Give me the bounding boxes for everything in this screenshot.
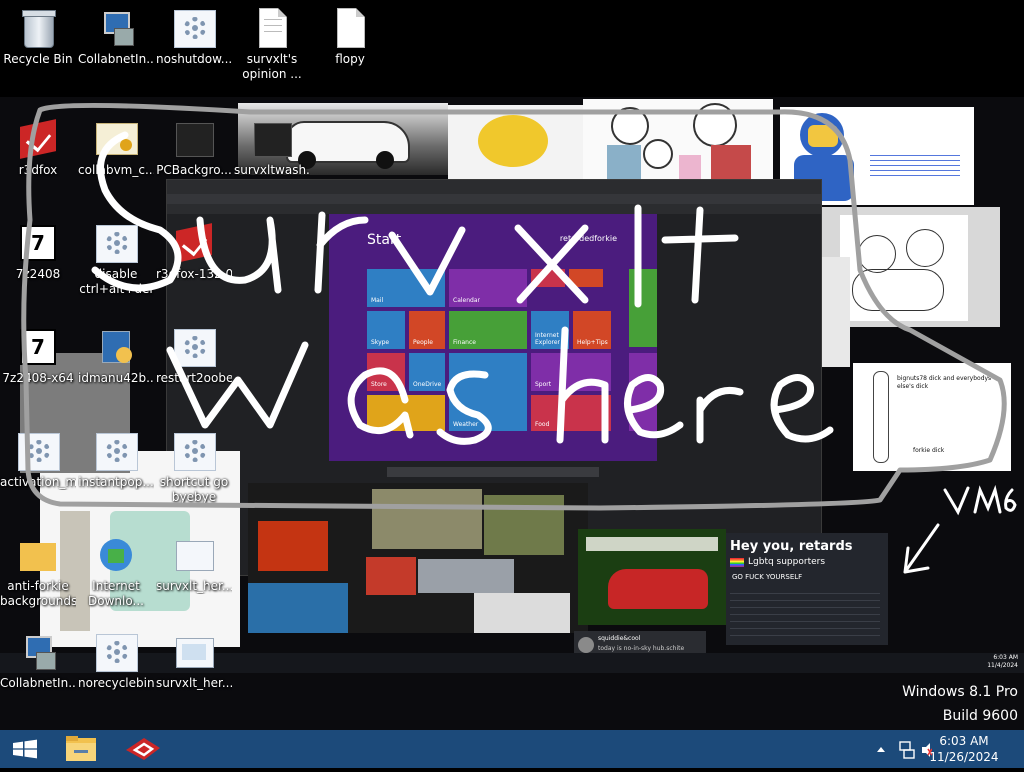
document-icon <box>330 8 370 48</box>
graffiti-text <box>91 131 834 445</box>
windows-logo-icon <box>13 739 37 759</box>
system-tray <box>872 730 933 768</box>
taskbar-r3dfox-browser[interactable] <box>118 730 168 768</box>
os-build-watermark: Build 9600 <box>942 708 1018 724</box>
show-hidden-icons-icon <box>877 747 885 752</box>
clock-date: 11/26/2024 <box>929 750 999 764</box>
desktop-icon-collabnet-1[interactable]: CollabnetIn... <box>78 8 154 67</box>
desktop-icon-opinion[interactable]: survxlt's opinion ... <box>234 8 310 82</box>
desktop-icon-survxlt-here[interactable]: survxlt_her... <box>156 632 232 691</box>
image-file-icon <box>174 632 214 672</box>
desktop-icon-flopy[interactable]: flopy <box>312 8 388 67</box>
r3dfox-icon <box>126 738 160 760</box>
desktop-icon-recycle-bin[interactable]: Recycle Bin <box>0 8 76 67</box>
start-button[interactable] <box>0 730 50 768</box>
network-icon <box>899 741 915 759</box>
network-setup-icon <box>18 632 58 672</box>
settings-file-icon <box>174 8 216 48</box>
settings-file-icon <box>96 632 138 672</box>
document-icon <box>252 8 292 48</box>
vm6-tag <box>903 484 1017 574</box>
os-edition-watermark: Windows 8.1 Pro <box>902 684 1018 700</box>
clock-time: 6:03 AM <box>939 734 989 748</box>
taskbar: 6:03 AM 11/26/2024 <box>0 730 1024 768</box>
taskbar-file-explorer[interactable] <box>58 730 104 768</box>
folder-icon <box>66 736 96 761</box>
taskbar-clock[interactable]: 6:03 AM 11/26/2024 <box>924 733 1004 765</box>
desktop-icon-norecyclebin[interactable]: norecyclebin <box>78 632 154 691</box>
network-setup-icon <box>96 8 136 48</box>
desktop-icon-noshutdown[interactable]: noshutdow... <box>156 8 232 67</box>
recycle-bin-icon <box>18 8 58 48</box>
desktop-icon-collabnet-2[interactable]: CollabnetIn... <box>0 632 76 691</box>
